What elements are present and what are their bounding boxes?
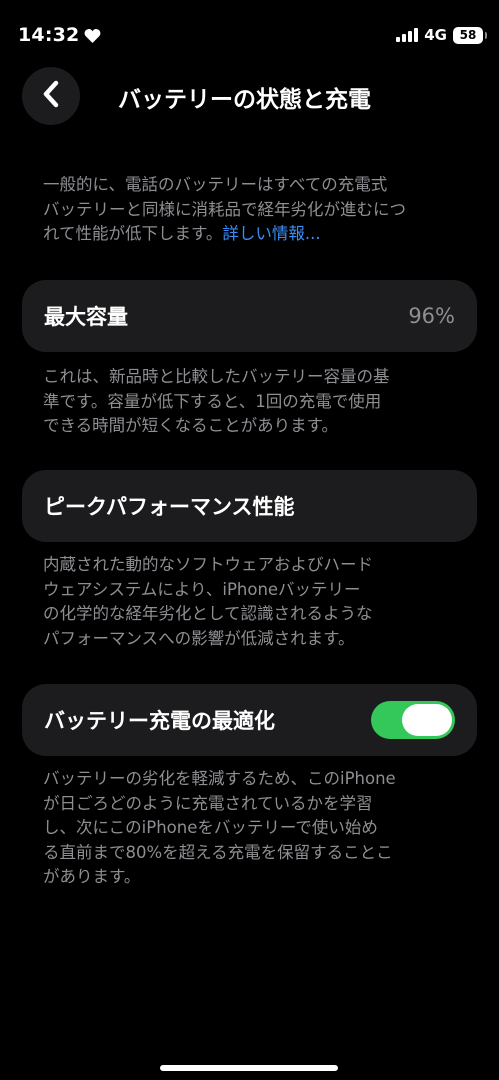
description-line: パフォーマンスへの影響が低減されます。 <box>43 628 355 648</box>
page-title: バッテリーの状態と充電 <box>118 87 371 113</box>
max-capacity-description: これは、新品時と比較したバッテリー容量の基 準です。容量が低下すると、1回の充電… <box>43 365 463 439</box>
status-time: 14:32 <box>18 24 80 46</box>
intro-line-with-link: れて性能が低下します。詳しい情報... <box>43 222 463 247</box>
optimized-charging-toggle[interactable] <box>371 701 455 739</box>
heart-icon <box>84 28 101 43</box>
toggle-knob <box>402 704 452 736</box>
max-capacity-row: 最大容量 96% <box>22 280 477 352</box>
peak-performance-description: 内蔵された動的なソフトウェアおよびハード ウェアシステムにより、iPhoneバッ… <box>43 553 463 651</box>
description-line: る直前まで80%を超える充電を保留することこ <box>43 842 393 862</box>
description-line: 内蔵された動的なソフトウェアおよびハード <box>43 555 373 574</box>
description-line: バッテリーの劣化を軽減するため、このiPhone <box>43 769 396 788</box>
max-capacity-label: 最大容量 <box>44 305 128 329</box>
max-capacity-value: 96% <box>408 304 455 328</box>
optimized-charging-description: バッテリーの劣化を軽減するため、このiPhone が日ごろどのように充電されてい… <box>43 767 463 890</box>
battery-icon: 58 <box>453 26 487 44</box>
description-line: の化学的な経年劣化として認識されるような <box>43 604 373 623</box>
description-line: ウェアシステムにより、iPhoneバッテリー <box>43 579 361 599</box>
signal-icon <box>396 28 419 42</box>
description-line: が日ごろどのように充電されているかを学習 <box>43 793 373 813</box>
back-button[interactable] <box>22 67 80 125</box>
learn-more-link[interactable]: 詳しい情報... <box>222 224 320 243</box>
chevron-left-icon <box>40 79 62 113</box>
network-type: 4G <box>424 26 447 44</box>
status-indicators: 4G 58 <box>396 26 487 44</box>
status-time-group: 14:32 <box>18 24 101 46</box>
description-line: できる時間が短くなることがあります。 <box>43 416 339 435</box>
home-indicator[interactable] <box>160 1065 338 1071</box>
description-line: 準です。容量が低下すると、1回の充電で使用 <box>43 391 382 411</box>
optimized-charging-label: バッテリー充電の最適化 <box>44 709 275 733</box>
status-bar: 14:32 4G 58 <box>0 0 499 72</box>
intro-line: 一般的に、電話のバッテリーはすべての充電式 <box>43 175 388 194</box>
description-line: があります。 <box>43 867 141 886</box>
intro-line: バッテリーと同様に消耗品で経年劣化が進むにつ <box>43 199 406 219</box>
peak-performance-row[interactable]: ピークパフォーマンス性能 <box>22 470 477 542</box>
optimized-charging-row: バッテリー充電の最適化 <box>22 684 477 756</box>
peak-performance-label: ピークパフォーマンス性能 <box>44 495 295 519</box>
description-line: これは、新品時と比較したバッテリー容量の基 <box>43 367 390 386</box>
intro-description: 一般的に、電話のバッテリーはすべての充電式 バッテリーと同様に消耗品で経年劣化が… <box>43 173 463 247</box>
description-line: し、次にこのiPhoneをバッテリーで使い始め <box>43 818 378 837</box>
intro-line: れて性能が低下します。 <box>43 224 223 243</box>
